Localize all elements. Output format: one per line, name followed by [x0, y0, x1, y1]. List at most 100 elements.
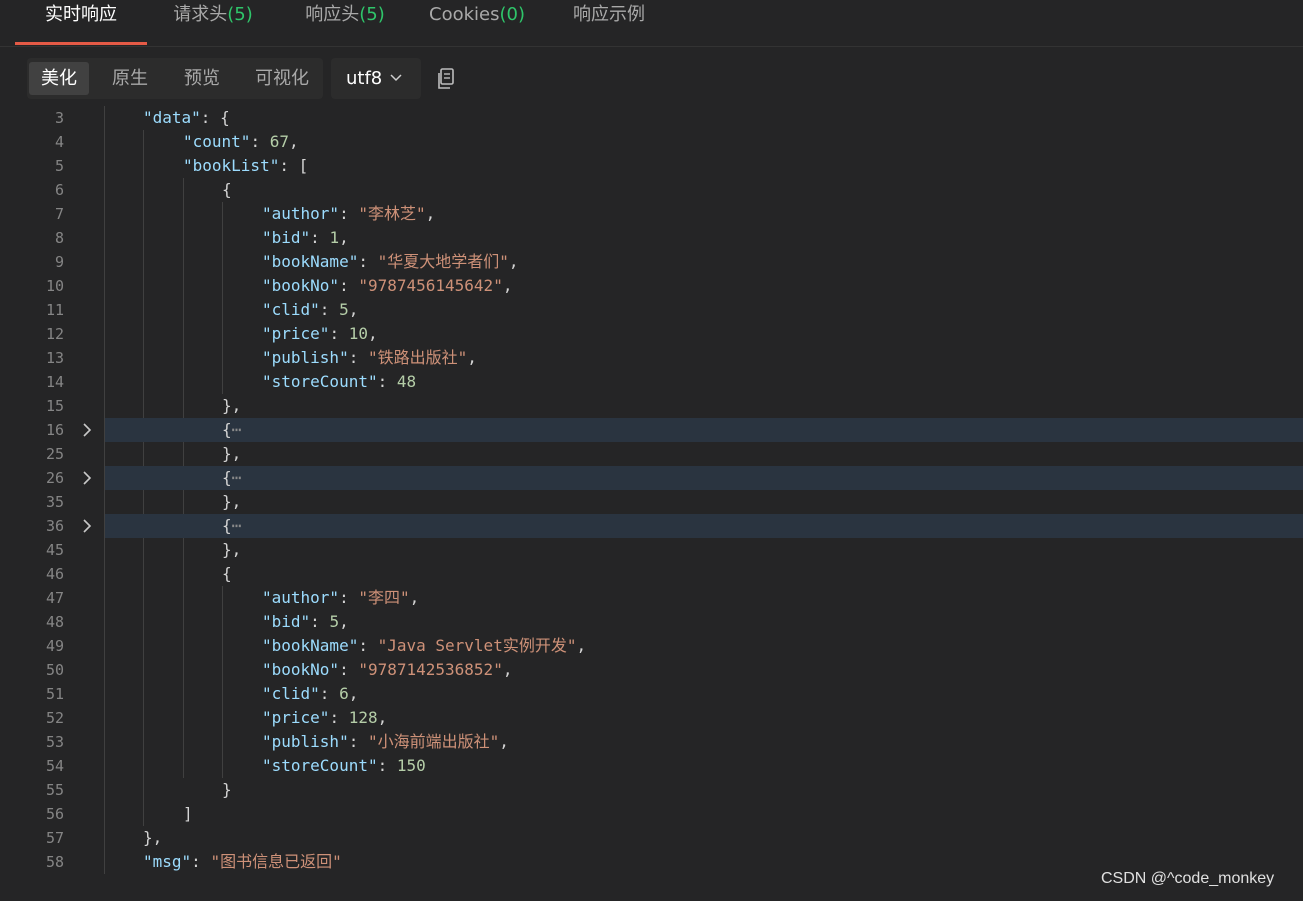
json-punct: },: [222, 540, 242, 559]
line-number: 35: [45, 493, 64, 511]
code-text: {⋯: [222, 514, 241, 538]
code-line: 6{: [0, 178, 1303, 202]
line-number: 49: [45, 637, 64, 655]
line-number: 48: [45, 613, 64, 631]
fold-ellipsis[interactable]: ⋯: [232, 468, 242, 487]
json-punct: :: [377, 756, 397, 775]
json-punct: :: [377, 372, 397, 391]
tab-label: 响应头: [305, 4, 360, 25]
json-number: 67: [269, 132, 289, 151]
fold-highlight: [105, 514, 1303, 538]
line-number: 36: [45, 517, 64, 535]
json-punct: ,: [409, 588, 420, 607]
json-punct: ,: [576, 636, 587, 655]
json-key: "data": [143, 108, 201, 127]
json-string: "李四": [358, 588, 410, 607]
line-number: 11: [45, 301, 64, 319]
code-line: 49 "bookName": "Java Servlet实例开发",: [0, 634, 1303, 658]
json-punct: :: [339, 588, 359, 607]
encoding-value: utf8: [346, 68, 383, 89]
line-number: 8: [54, 229, 64, 247]
chevron-right-icon[interactable]: [80, 471, 94, 485]
json-string: "9787142536852": [358, 660, 503, 679]
view-mode-switch: 美化 原生 预览 可视化: [27, 58, 323, 99]
json-punct: :: [339, 204, 359, 223]
encoding-select[interactable]: utf8: [331, 58, 421, 99]
json-punct: :: [319, 684, 340, 703]
code-line: 16 {⋯: [0, 418, 1303, 442]
line-number: 50: [45, 661, 64, 679]
code-line: 5 "bookList": [: [0, 154, 1303, 178]
fold-ellipsis[interactable]: ⋯: [232, 516, 242, 535]
code-line: 4 "count": 67,: [0, 130, 1303, 154]
json-string: "9787456145642": [358, 276, 503, 295]
code-text: "price": 128,: [262, 706, 387, 730]
json-punct: :: [191, 852, 211, 871]
code-text: }: [222, 778, 232, 802]
code-text: "storeCount": 48: [262, 370, 416, 394]
view-mode-raw[interactable]: 原生: [99, 62, 161, 95]
code-line: 9 "bookName": "华夏大地学者们",: [0, 250, 1303, 274]
chevron-right-icon[interactable]: [80, 519, 94, 533]
json-string: "小海前端出版社": [367, 732, 500, 751]
code-text: "clid": 5,: [262, 298, 358, 322]
code-text: },: [222, 394, 241, 418]
json-number: 150: [396, 756, 426, 775]
json-key: "bid": [262, 612, 311, 631]
json-punct: :: [329, 708, 349, 727]
json-key: "bookList": [183, 156, 280, 175]
json-key: "price": [262, 324, 330, 343]
tab-request-headers[interactable]: 请求头(5): [163, 0, 263, 46]
code-text: ]: [183, 802, 193, 826]
tab-label: 实时响应: [45, 4, 117, 25]
json-key: "clid": [262, 684, 320, 703]
json-punct: },: [143, 828, 163, 847]
code-line: 26 {⋯: [0, 466, 1303, 490]
code-line: 10 "bookNo": "9787456145642",: [0, 274, 1303, 298]
code-text: "clid": 6,: [262, 682, 358, 706]
code-text: },: [222, 538, 241, 562]
json-key: "publish": [262, 732, 349, 751]
code-text: "bid": 5,: [262, 610, 349, 634]
json-punct: ,: [288, 132, 299, 151]
json-key: "msg": [143, 852, 192, 871]
tab-realtime-response[interactable]: 实时响应: [15, 0, 147, 46]
watermark: CSDN @^code_monkey: [1101, 870, 1275, 887]
line-number: 3: [54, 109, 64, 127]
json-key: "author": [262, 204, 340, 223]
json-punct: ]: [183, 804, 193, 823]
tab-response-example[interactable]: 响应示例: [563, 0, 655, 46]
line-number: 9: [54, 253, 64, 271]
code-text: },: [222, 490, 241, 514]
json-key: "author": [262, 588, 340, 607]
line-number: 54: [45, 757, 64, 775]
code-line: 56]: [0, 802, 1303, 826]
json-string: "铁路出版社": [367, 348, 468, 367]
json-punct: :: [319, 300, 340, 319]
json-response-viewer[interactable]: 3 "data": {4 "count": 67, 5 "bookList": [6{7…: [0, 106, 1303, 874]
view-mode-preview[interactable]: 预览: [171, 62, 233, 95]
json-punct: :: [250, 132, 270, 151]
code-line: 46 {: [0, 562, 1303, 586]
chevron-right-icon[interactable]: [80, 423, 94, 437]
line-number: 13: [45, 349, 64, 367]
tab-cookies[interactable]: Cookies(0): [420, 0, 534, 46]
json-key: "bookName": [262, 252, 359, 271]
json-string: "李林芝": [358, 204, 426, 223]
json-punct: ,: [377, 708, 388, 727]
code-text: },: [143, 826, 162, 850]
line-number: 25: [45, 445, 64, 463]
view-mode-beautify[interactable]: 美化: [29, 62, 89, 95]
json-punct: {: [222, 468, 232, 487]
line-number: 12: [45, 325, 64, 343]
fold-ellipsis[interactable]: ⋯: [232, 420, 242, 439]
copy-icon[interactable]: [435, 67, 457, 91]
json-key: "storeCount": [262, 756, 378, 775]
json-punct: :: [329, 324, 349, 343]
code-text: "price": 10,: [262, 322, 378, 346]
code-text: "bookName": "Java Servlet实例开发",: [262, 634, 586, 658]
code-line: 8 "bid": 1,: [0, 226, 1303, 250]
json-punct: }: [222, 780, 232, 799]
tab-response-headers[interactable]: 响应头(5): [295, 0, 395, 46]
view-mode-visualize[interactable]: 可视化: [243, 62, 321, 95]
